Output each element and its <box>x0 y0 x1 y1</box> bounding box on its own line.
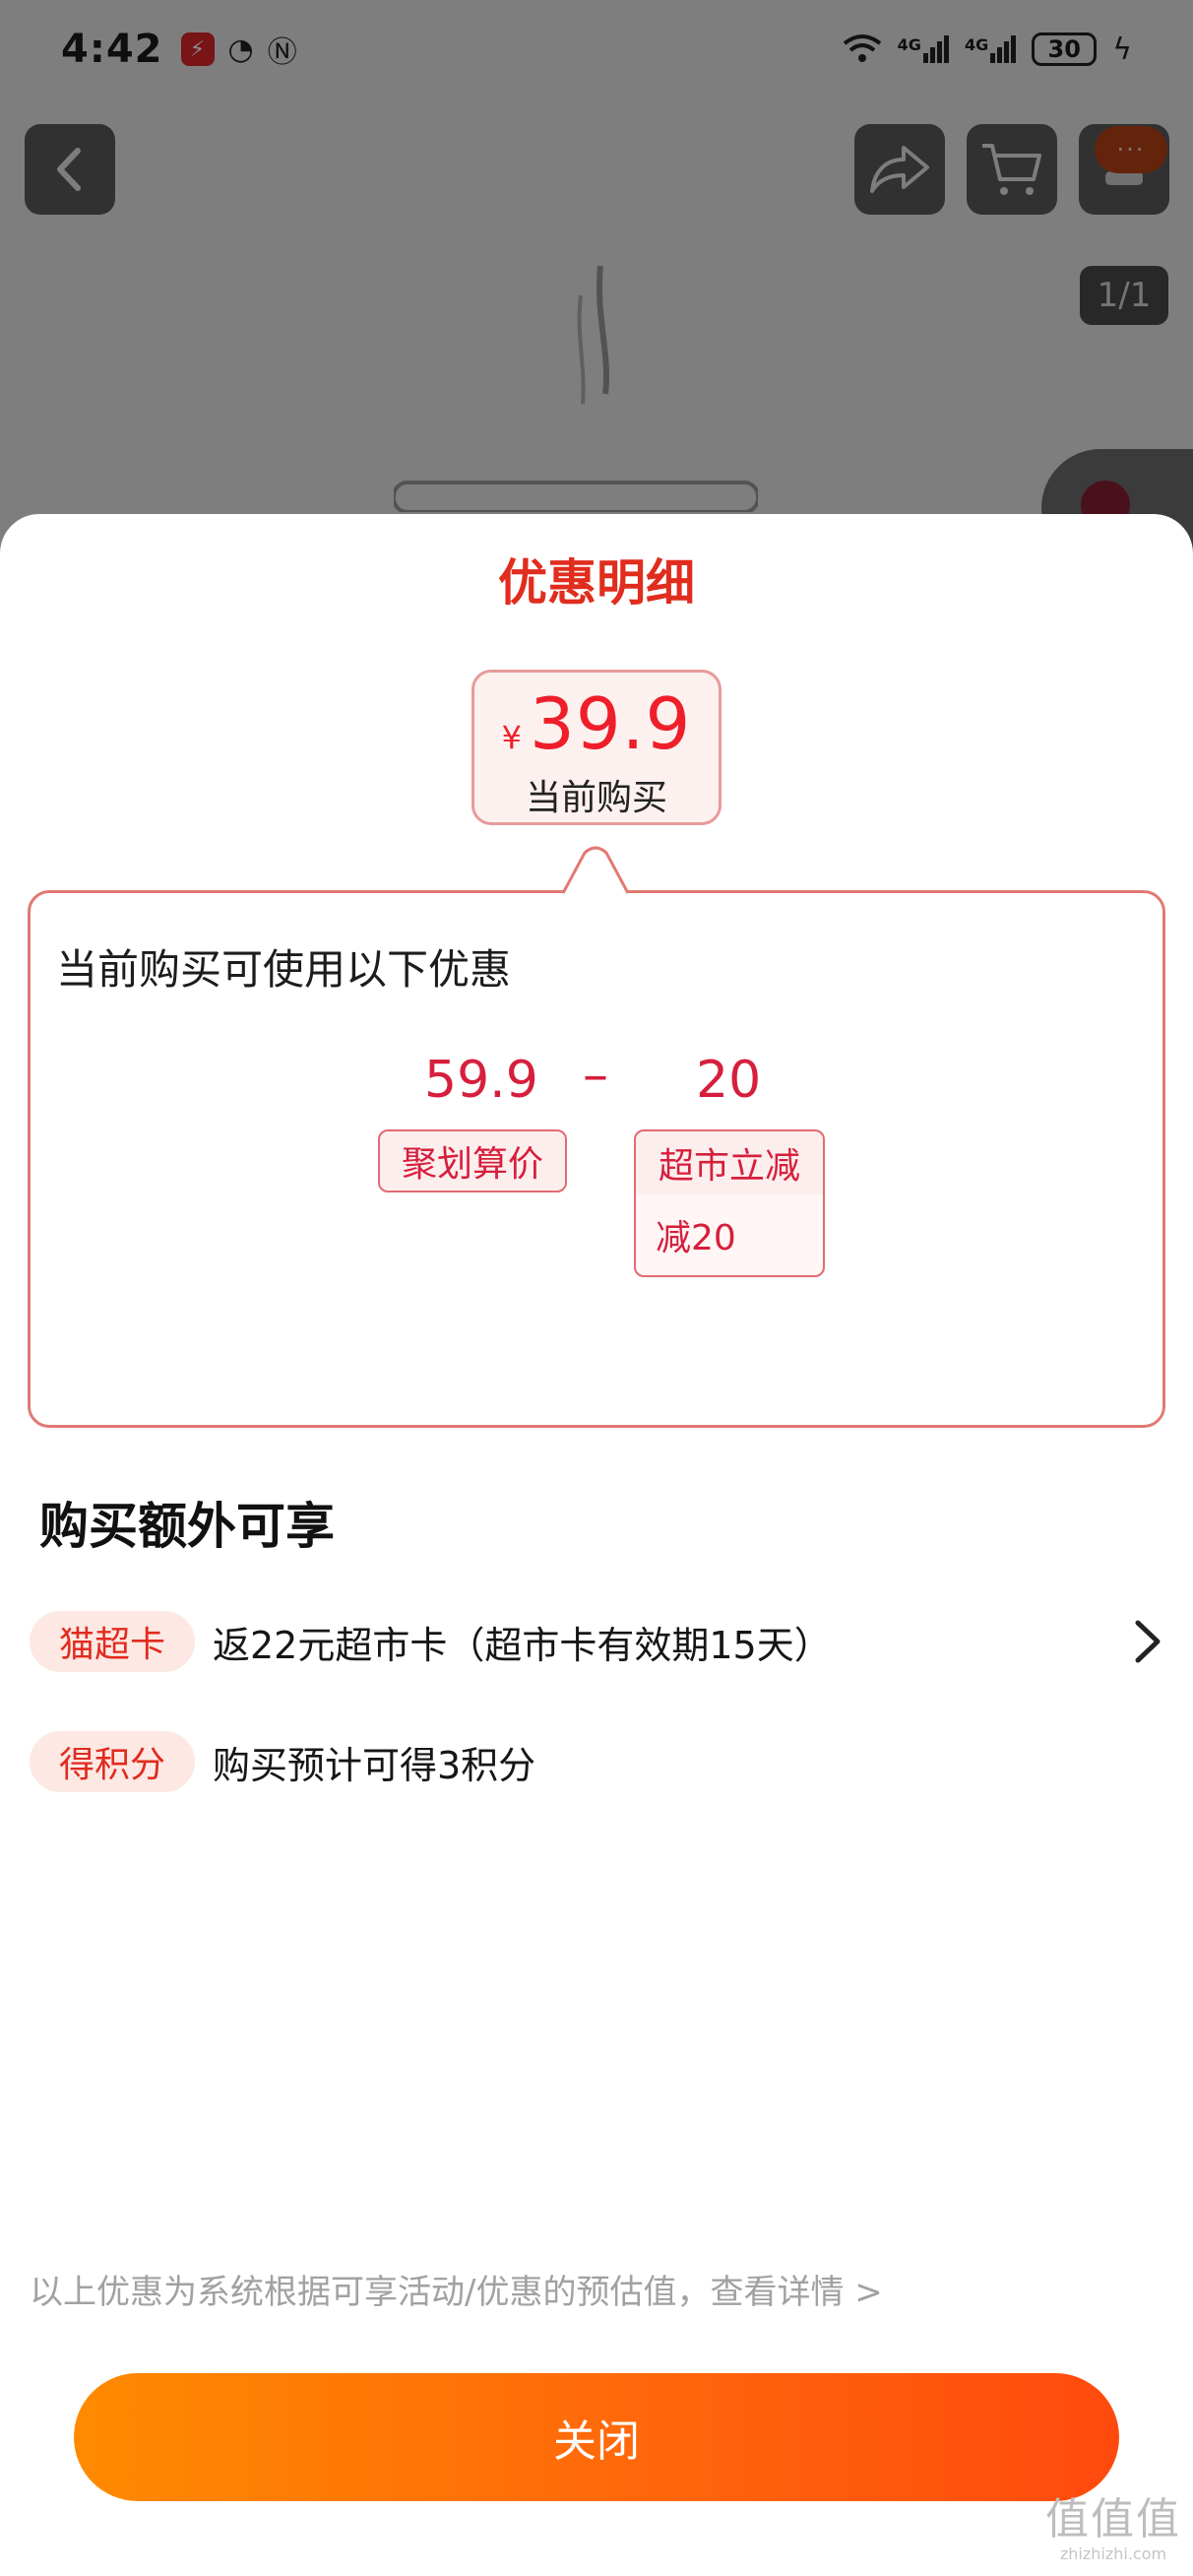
sheet-title: 优惠明细 <box>498 554 695 612</box>
base-price-tag: 聚划算价 <box>378 1129 567 1192</box>
current-price-box: ¥ 39.9 当前购买 <box>471 670 722 825</box>
reduction-tag-label: 超市立减 <box>658 1146 800 1187</box>
discount-card: 当前购买可使用以下优惠 59.9 – 20 聚划算价 超市立减 减20 <box>28 890 1165 1428</box>
reduction-tag-detail: 减20 <box>636 1194 823 1275</box>
chevron-right-icon <box>1135 1620 1161 1663</box>
close-button[interactable]: 关闭 <box>74 2373 1119 2501</box>
extra-item-badge: 得积分 <box>30 1731 195 1792</box>
base-price-value: 59.9 <box>424 1051 538 1110</box>
reduction-value: 20 <box>696 1051 762 1110</box>
current-price: 39.9 <box>530 682 692 765</box>
extra-item-text: 返22元超市卡（超市卡有效期15天） <box>213 1623 832 1667</box>
extra-item-badge: 猫超卡 <box>30 1611 195 1672</box>
price-currency: ¥ <box>501 719 523 756</box>
watermark-url: zhizhizhi.com <box>1059 2544 1167 2563</box>
extra-item-points: 得积分 购买预计可得3积分 <box>30 1729 1171 1794</box>
reduction-tag: 超市立减 减20 <box>634 1129 825 1277</box>
discount-heading: 当前购买可使用以下优惠 <box>56 945 512 994</box>
disclaimer-link[interactable]: 以上优惠为系统根据可享活动/优惠的预估值，查看详情 > <box>30 2265 883 2313</box>
discount-detail-sheet: 优惠明细 ¥ 39.9 当前购买 当前购买可使用以下优惠 59.9 – 20 聚… <box>0 514 1193 2576</box>
price-caption: 当前购买 <box>525 778 667 818</box>
extras-heading: 购买额外可享 <box>39 1498 335 1555</box>
watermark-logo: 值值值 zhizhizhi.com <box>1039 2495 1187 2570</box>
card-pointer <box>561 846 630 898</box>
extra-item-cat-card[interactable]: 猫超卡 返22元超市卡（超市卡有效期15天） <box>30 1609 1171 1674</box>
watermark-glyphs: 值值值 <box>1045 2494 1181 2544</box>
minus-sign: – <box>583 1046 608 1105</box>
extra-item-text: 购买预计可得3积分 <box>213 1743 536 1787</box>
